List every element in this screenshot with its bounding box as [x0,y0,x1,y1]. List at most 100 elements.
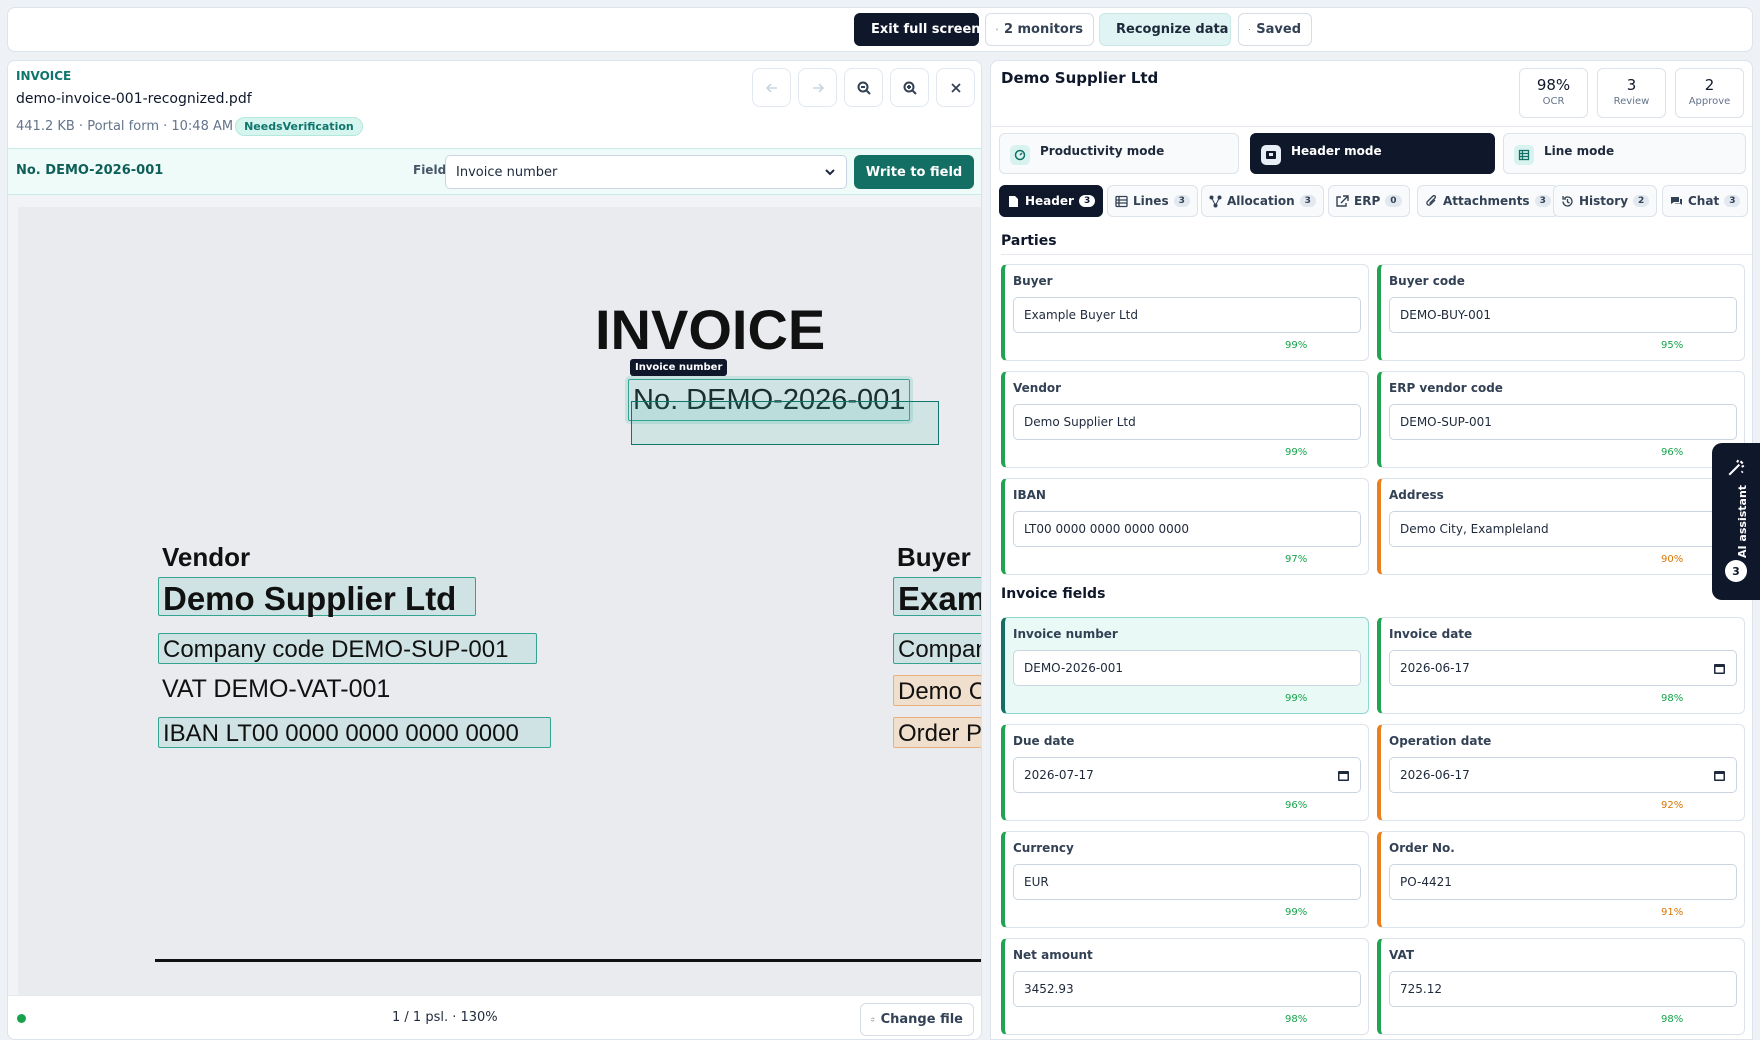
vendor-code-highlight[interactable]: Company code DEMO-SUP-001 [158,633,537,664]
stat-review-value: 3 [1626,76,1637,94]
status-dot [17,1014,26,1023]
field-erp-vendor-code: ERP vendor code DEMO-SUP-001 96% [1377,371,1745,468]
monitors-label: 2 monitors [1003,22,1083,37]
buyer-order-highlight[interactable]: Order P [893,717,982,748]
tab-history-label: History [1579,194,1629,208]
tab-header-count: 3 [1078,195,1096,207]
field-value: PO-4421 [1400,875,1452,889]
ai-assistant-tab[interactable]: AI assistant 3 [1712,443,1760,600]
recognize-data-button[interactable]: Recognize data [1099,13,1231,46]
order-no-input[interactable]: PO-4421 [1389,864,1737,900]
saved-button[interactable]: Saved [1238,13,1312,46]
calendar-icon[interactable] [1713,662,1726,675]
arrow-left-icon [765,82,777,93]
vendor-iban-highlight[interactable]: IBAN LT00 0000 0000 0000 0000 [158,717,551,748]
swap-icon [871,1017,875,1022]
field-vendor: Vendor Demo Supplier Ltd 99% [1001,371,1369,468]
tab-attachments-count: 3 [1534,195,1551,207]
supplier-title: Demo Supplier Ltd [1001,69,1159,87]
field-value: 2026-07-17 [1024,768,1094,782]
currency-input[interactable]: EUR [1013,864,1361,900]
buyer-input[interactable]: Example Buyer Ltd [1013,297,1361,333]
field-value: 725.12 [1400,982,1442,996]
document-type: INVOICE [16,69,72,83]
tab-erp[interactable]: ERP 0 [1328,185,1410,217]
pdf-page: INVOICE Invoice number No. DEMO-2026-001… [18,207,982,995]
tab-chat[interactable]: Chat 3 [1662,185,1749,217]
stat-approve-value: 2 [1704,76,1715,94]
next-button[interactable] [798,68,837,107]
mode-header[interactable]: Header mode [1250,133,1495,174]
iban-input[interactable]: LT00 0000 0000 0000 0000 [1013,511,1361,547]
calendar-icon[interactable] [1713,769,1726,782]
list-icon [1115,195,1128,207]
confidence-value: 98% [1661,693,1684,704]
calendar-icon[interactable] [1337,769,1350,782]
page-info: 1 / 1 psl. · 130% [392,1010,498,1025]
operation-date-input[interactable]: 2026-06-17 [1389,757,1737,793]
tab-attachments[interactable]: Attachments 3 [1417,185,1559,217]
close-icon [950,82,961,93]
monitors-button[interactable]: 2 monitors [985,13,1094,46]
ai-assistant-label: AI assistant [1736,484,1749,558]
mode-line-label: Line mode [1544,144,1615,158]
change-file-button[interactable]: Change file [860,1003,974,1036]
zoom-in-button[interactable] [890,68,929,107]
file-meta: 441.2 KB · Portal form · 10:48 AM NeedsV… [16,117,363,136]
field-assign-bar: No. DEMO-2026-001 Field Invoice number W… [8,148,981,195]
field-order-no: Order No. PO-4421 91% [1377,831,1745,928]
field-label: Vendor [1013,381,1062,395]
buyer-order-text: Order P [898,720,982,747]
due-date-input[interactable]: 2026-07-17 [1013,757,1361,793]
tab-attachments-label: Attachments [1443,194,1530,208]
section-divider [1001,254,1752,255]
tab-lines[interactable]: Lines 3 [1107,185,1198,217]
field-select[interactable]: Invoice number [445,155,847,189]
confidence-value: 99% [1285,907,1308,918]
buyer-code-input[interactable]: DEMO-BUY-001 [1389,297,1737,333]
erp-vendor-code-input[interactable]: DEMO-SUP-001 [1389,404,1737,440]
zoom-out-button[interactable] [844,68,883,107]
chat-icon [1671,196,1682,205]
field-value: DEMO-BUY-001 [1400,308,1492,322]
net-amount-input[interactable]: 3452.93 [1013,971,1361,1007]
tab-chat-label: Chat [1688,194,1720,208]
invoice-number-input[interactable]: DEMO-2026-001 [1013,650,1361,686]
field-value: 2026-06-17 [1400,661,1470,675]
selection-box[interactable] [631,401,939,445]
buyer-city-highlight[interactable]: Demo C [893,675,981,706]
tab-allocation[interactable]: Allocation 3 [1201,185,1324,217]
tab-history[interactable]: History 2 [1553,185,1658,217]
mode-productivity-label: Productivity mode [1040,144,1165,158]
field-invoice-number: Invoice number DEMO-2026-001 99% [1001,617,1369,714]
tab-erp-label: ERP [1354,194,1381,208]
tab-header[interactable]: Header 3 [999,185,1104,217]
field-buyer-code: Buyer code DEMO-BUY-001 95% [1377,264,1745,361]
arrow-right-icon [812,82,824,93]
confidence-value: 99% [1285,340,1308,351]
buyer-code-highlight[interactable]: Compan [893,633,981,664]
mode-productivity[interactable]: Productivity mode [999,133,1239,174]
section-parties: Parties [1001,233,1057,249]
field-label: Currency [1013,841,1074,855]
field-label: VAT [1389,948,1415,962]
buyer-name-highlight[interactable]: Exam [893,577,981,617]
mode-line[interactable]: Line mode [1503,133,1746,174]
close-button[interactable] [936,68,975,107]
stat-ocr: 98% OCR [1519,68,1588,118]
invoice-date-input[interactable]: 2026-06-17 [1389,650,1737,686]
pdf-viewport[interactable]: INVOICE Invoice number No. DEMO-2026-001… [8,195,982,995]
vendor-input[interactable]: Demo Supplier Ltd [1013,404,1361,440]
stat-ocr-value: 98% [1536,76,1571,94]
zoom-out-icon [857,81,871,95]
vat-input[interactable]: 725.12 [1389,971,1737,1007]
field-label: Invoice number [1013,627,1118,641]
exit-fullscreen-button[interactable]: Exit full screen [854,13,981,46]
field-vat: VAT 725.12 98% [1377,938,1745,1035]
previous-button[interactable] [752,68,791,107]
vendor-name-highlight[interactable]: Demo Supplier Ltd [158,577,476,617]
zoom-in-icon [903,81,917,95]
address-input[interactable]: Demo City, Exampleland [1389,511,1737,547]
vendor-heading: Vendor [162,542,251,572]
write-to-field-button[interactable]: Write to field [854,155,974,189]
